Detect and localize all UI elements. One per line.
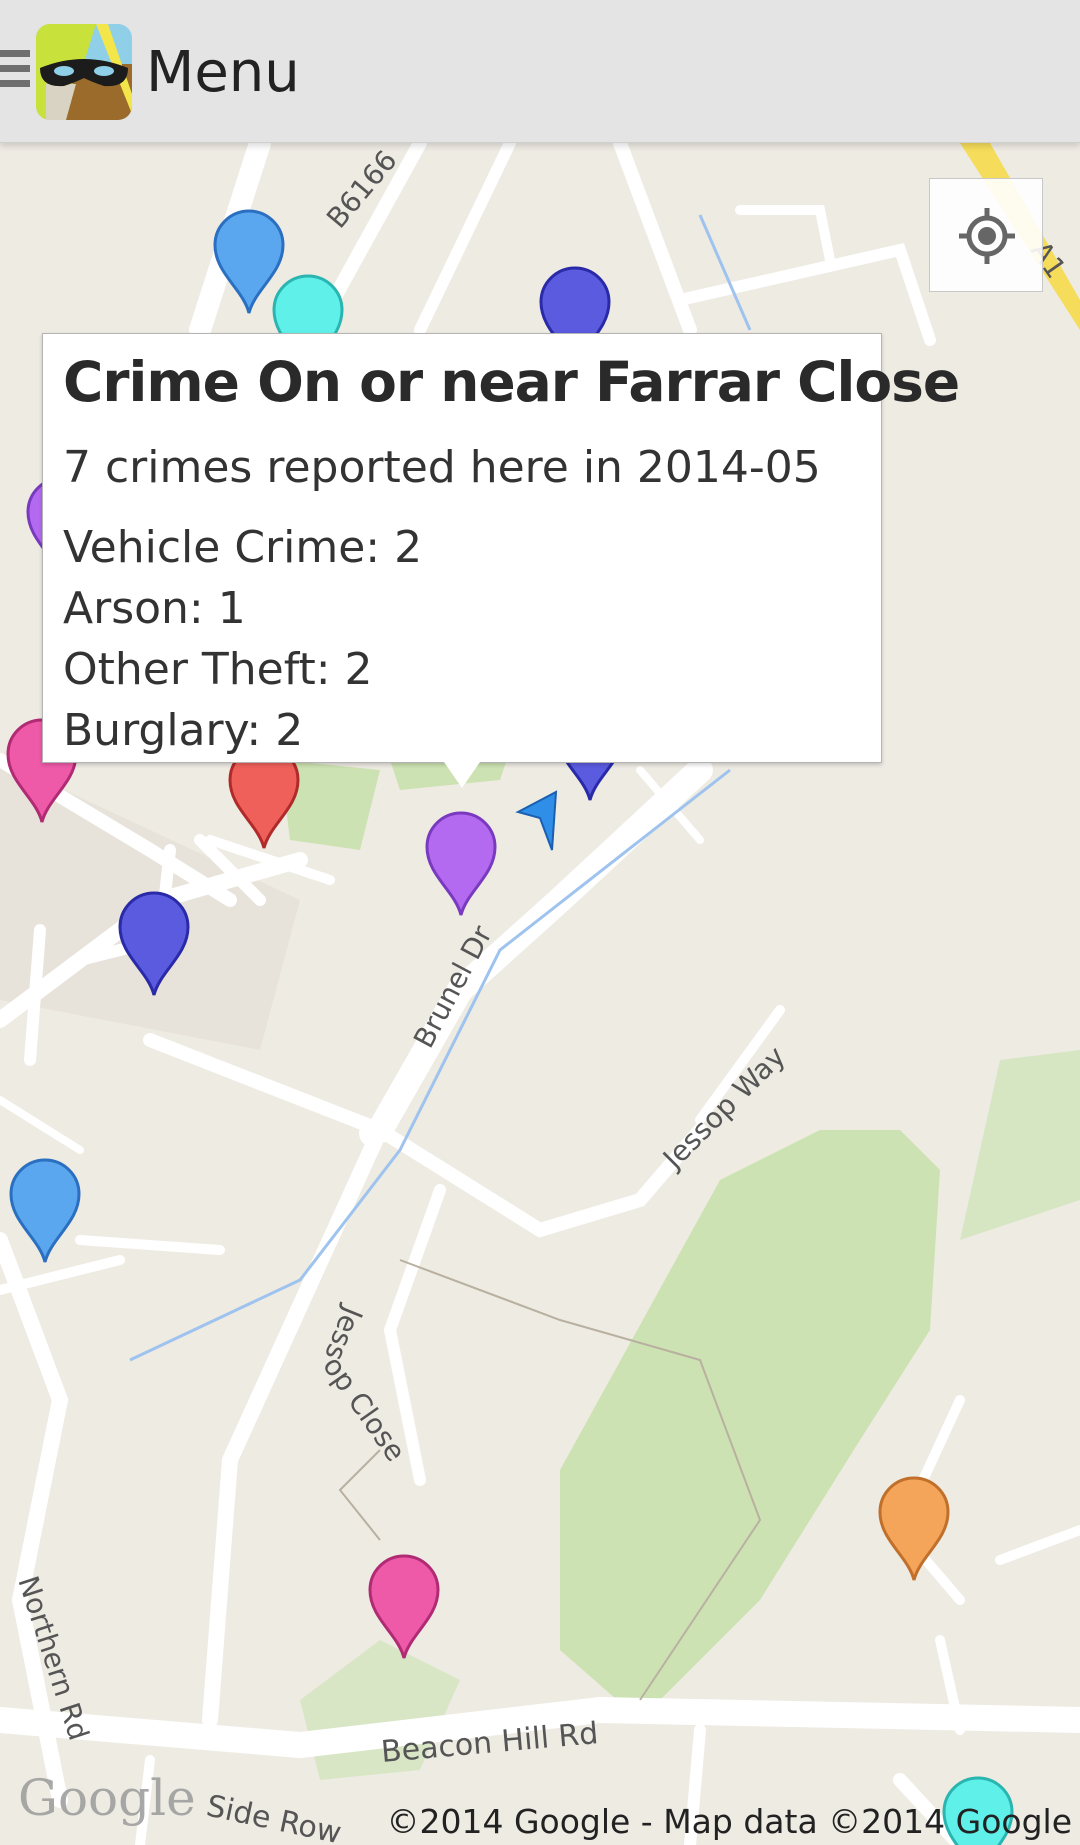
info-window-title: Crime On or near Farrar Close xyxy=(63,350,960,414)
crosshair-icon xyxy=(959,208,1015,264)
crime-breakdown-item: Other Theft: 2 xyxy=(63,644,373,695)
app-logo-icon[interactable] xyxy=(36,24,132,120)
crime-breakdown-item: Vehicle Crime: 2 xyxy=(63,522,423,573)
crime-info-window[interactable]: Crime On or near Farrar Close 7 crimes r… xyxy=(42,333,960,763)
crime-breakdown-list: Vehicle Crime: 2 Arson: 1 Other Theft: 2… xyxy=(63,517,422,761)
crime-breakdown-item: Arson: 1 xyxy=(63,583,246,634)
crime-breakdown-item: Burglary: 2 xyxy=(63,705,304,756)
map-copyright[interactable]: ©2014 Google - Map data ©2014 Google xyxy=(386,1802,1072,1841)
action-bar: Menu xyxy=(0,0,1080,143)
google-logo: Google xyxy=(18,1769,196,1827)
header-title[interactable]: Menu xyxy=(146,40,300,105)
my-location-button[interactable] xyxy=(929,178,1043,292)
menu-icon[interactable] xyxy=(0,50,30,96)
info-window-pointer xyxy=(444,762,480,788)
info-window-summary: 7 crimes reported here in 2014-05 xyxy=(63,442,821,493)
